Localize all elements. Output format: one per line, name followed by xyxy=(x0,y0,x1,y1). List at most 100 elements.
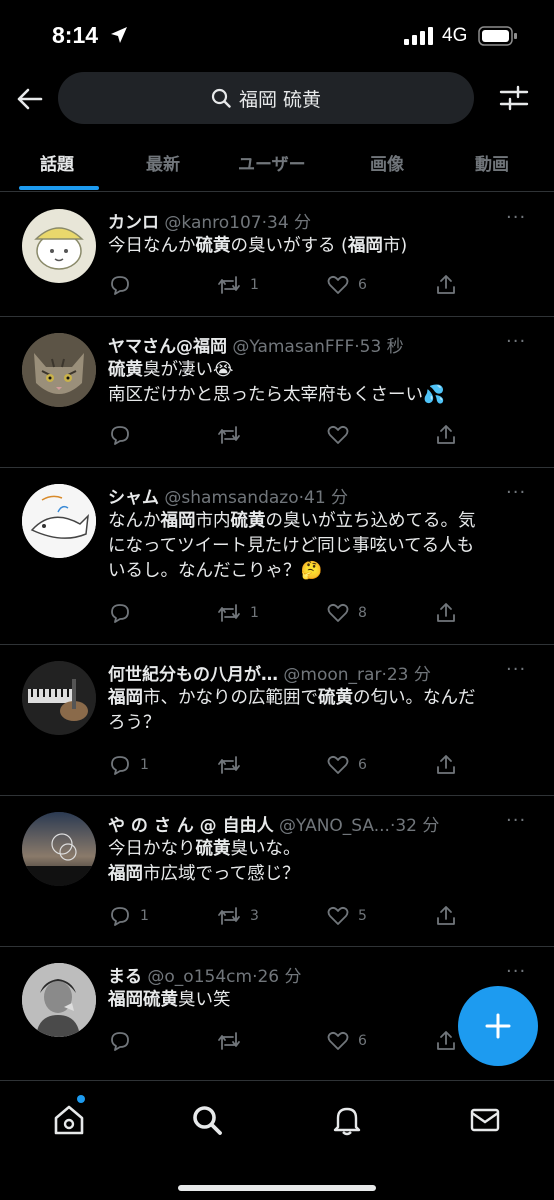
retweet-button[interactable]: 3 xyxy=(216,904,259,928)
tweet-text-line: 福岡市広域でって感じ？ xyxy=(108,862,528,887)
avatar[interactable] xyxy=(22,209,96,283)
reply-icon xyxy=(108,1029,132,1053)
search-input[interactable]: 福岡 硫黄 xyxy=(58,72,474,124)
tweet-header: や の さ ん @ 自由人 @YANO_SA...·32 分 xyxy=(108,811,439,836)
more-options-button[interactable]: ··· xyxy=(506,482,526,503)
retweet-button[interactable]: 1 xyxy=(216,273,259,297)
share-button[interactable] xyxy=(434,273,458,297)
tweet[interactable]: カンロ @kanro107·34 分 ··· 今日なんか硫黄の臭いがする (福岡… xyxy=(0,193,554,317)
like-button[interactable] xyxy=(326,423,350,447)
author-name[interactable]: ヤマさん@福岡 xyxy=(108,337,227,357)
share-button[interactable] xyxy=(434,904,458,928)
home-icon[interactable] xyxy=(52,1103,86,1137)
retweet-button[interactable]: 1 xyxy=(216,601,259,625)
author-handle[interactable]: @YANO_SA... xyxy=(279,816,390,836)
like-button[interactable]: 6 xyxy=(326,273,367,297)
author-handle[interactable]: @shamsandazo xyxy=(164,488,298,508)
messages-icon[interactable] xyxy=(468,1103,502,1137)
compose-button[interactable] xyxy=(458,986,538,1066)
highlighted-keyword: 福岡硫黄 xyxy=(108,990,178,1010)
like-count: 6 xyxy=(358,757,367,773)
highlighted-keyword: 硫黄 xyxy=(230,511,266,531)
reply-button[interactable] xyxy=(108,423,132,447)
more-options-button[interactable]: ··· xyxy=(506,961,526,982)
reply-icon xyxy=(108,601,132,625)
like-icon xyxy=(326,753,350,777)
tweet-time: 34 分 xyxy=(267,213,312,233)
avatar[interactable] xyxy=(22,812,96,886)
tab-photos[interactable]: 画像 xyxy=(370,150,404,175)
filter-icon[interactable] xyxy=(498,82,530,114)
avatar[interactable] xyxy=(22,484,96,558)
tab-latest[interactable]: 最新 xyxy=(146,150,180,175)
tweet[interactable]: ヤマさん@福岡 @YamasanFFF·53 秒 ··· 硫黄臭が凄い😭 南区だけ… xyxy=(0,317,554,468)
retweet-button[interactable] xyxy=(216,423,242,447)
reply-button[interactable]: 1 xyxy=(108,904,149,928)
text-segment: の臭いが立ち込めてる。気 xyxy=(265,511,476,531)
author-name[interactable]: まる xyxy=(108,967,142,987)
more-options-button[interactable]: ··· xyxy=(506,810,526,831)
tweet[interactable]: や の さ ん @ 自由人 @YANO_SA...·32 分 ··· 今日かなり… xyxy=(0,796,554,947)
tweet-text: 今日なんか硫黄の臭いがする (福岡市) xyxy=(108,234,528,259)
explore-icon[interactable] xyxy=(190,1103,224,1137)
tweet-actions: 16 xyxy=(108,273,508,297)
author-handle[interactable]: @kanro107 xyxy=(164,213,261,233)
share-button[interactable] xyxy=(434,423,458,447)
like-count: 8 xyxy=(358,605,367,621)
highlighted-keyword: 硫黄 xyxy=(318,688,353,708)
author-name[interactable]: カンロ xyxy=(108,213,159,233)
share-button[interactable] xyxy=(434,753,458,777)
tweet[interactable]: 何世紀分もの八月が… @moon_rar·23 分 ··· 福岡市、かなりの広範… xyxy=(0,645,554,796)
author-name[interactable]: シャム xyxy=(108,488,159,508)
author-handle[interactable]: @moon_rar xyxy=(283,665,381,685)
reply-button[interactable] xyxy=(108,273,132,297)
like-button[interactable]: 8 xyxy=(326,601,367,625)
tweet-text-line: なんか福岡市内硫黄の臭いが立ち込めてる。気 xyxy=(108,509,528,534)
text-segment: の臭いがする ( xyxy=(230,236,348,256)
highlighted-keyword: 硫黄 xyxy=(108,360,143,380)
retweet-button[interactable] xyxy=(216,1029,242,1053)
avatar[interactable] xyxy=(22,661,96,735)
tab-videos[interactable]: 動画 xyxy=(475,150,509,175)
reply-button[interactable] xyxy=(108,601,132,625)
share-button[interactable] xyxy=(434,601,458,625)
author-handle[interactable]: @YamasanFFF xyxy=(232,337,354,357)
author-name[interactable]: 何世紀分もの八月が… xyxy=(108,665,278,685)
more-options-button[interactable]: ··· xyxy=(506,659,526,680)
text-segment: 今日なんか xyxy=(108,236,196,256)
retweet-icon xyxy=(216,423,242,447)
tweet-text: 福岡市、かなりの広範囲で硫黄の匂い。なんだ ろう？ xyxy=(108,686,528,736)
status-bar: 8:14 4G xyxy=(0,0,554,70)
avatar[interactable] xyxy=(22,963,96,1037)
reply-button[interactable] xyxy=(108,1029,132,1053)
search-icon xyxy=(211,88,231,108)
like-icon xyxy=(326,601,350,625)
tweet-text: 今日かなり硫黄臭いな。 福岡市広域でって感じ？ xyxy=(108,837,528,887)
like-button[interactable]: 6 xyxy=(326,753,367,777)
highlighted-keyword: 福岡 xyxy=(347,236,383,256)
retweet-button[interactable] xyxy=(216,753,242,777)
network-type: 4G xyxy=(442,25,468,46)
tweet[interactable]: シャム @shamsandazo·41 分 ··· なんか福岡市内硫黄の臭いが立… xyxy=(0,468,554,645)
retweet-count: 3 xyxy=(250,908,259,924)
back-arrow-icon[interactable] xyxy=(14,84,44,114)
tab-people[interactable]: ユーザー xyxy=(238,150,306,175)
share-icon xyxy=(434,273,458,297)
avatar[interactable] xyxy=(22,333,96,407)
notifications-icon[interactable] xyxy=(330,1103,364,1137)
more-options-button[interactable]: ··· xyxy=(506,207,526,228)
author-handle[interactable]: @o_o154cm xyxy=(147,967,252,987)
like-count: 6 xyxy=(358,277,367,293)
tweet-header: カンロ @kanro107·34 分 xyxy=(108,208,311,233)
share-icon xyxy=(434,423,458,447)
share-button[interactable] xyxy=(434,1029,458,1053)
like-button[interactable]: 5 xyxy=(326,904,367,928)
like-count: 6 xyxy=(358,1033,367,1049)
home-indicator xyxy=(178,1185,376,1191)
like-button[interactable]: 6 xyxy=(326,1029,367,1053)
reply-button[interactable]: 1 xyxy=(108,753,149,777)
author-name[interactable]: や の さ ん @ 自由人 xyxy=(108,816,274,836)
text-segment: いるし。なんだこりゃ？🤔 xyxy=(108,561,323,581)
more-options-button[interactable]: ··· xyxy=(506,331,526,352)
tab-top[interactable]: 話題 xyxy=(40,150,74,175)
